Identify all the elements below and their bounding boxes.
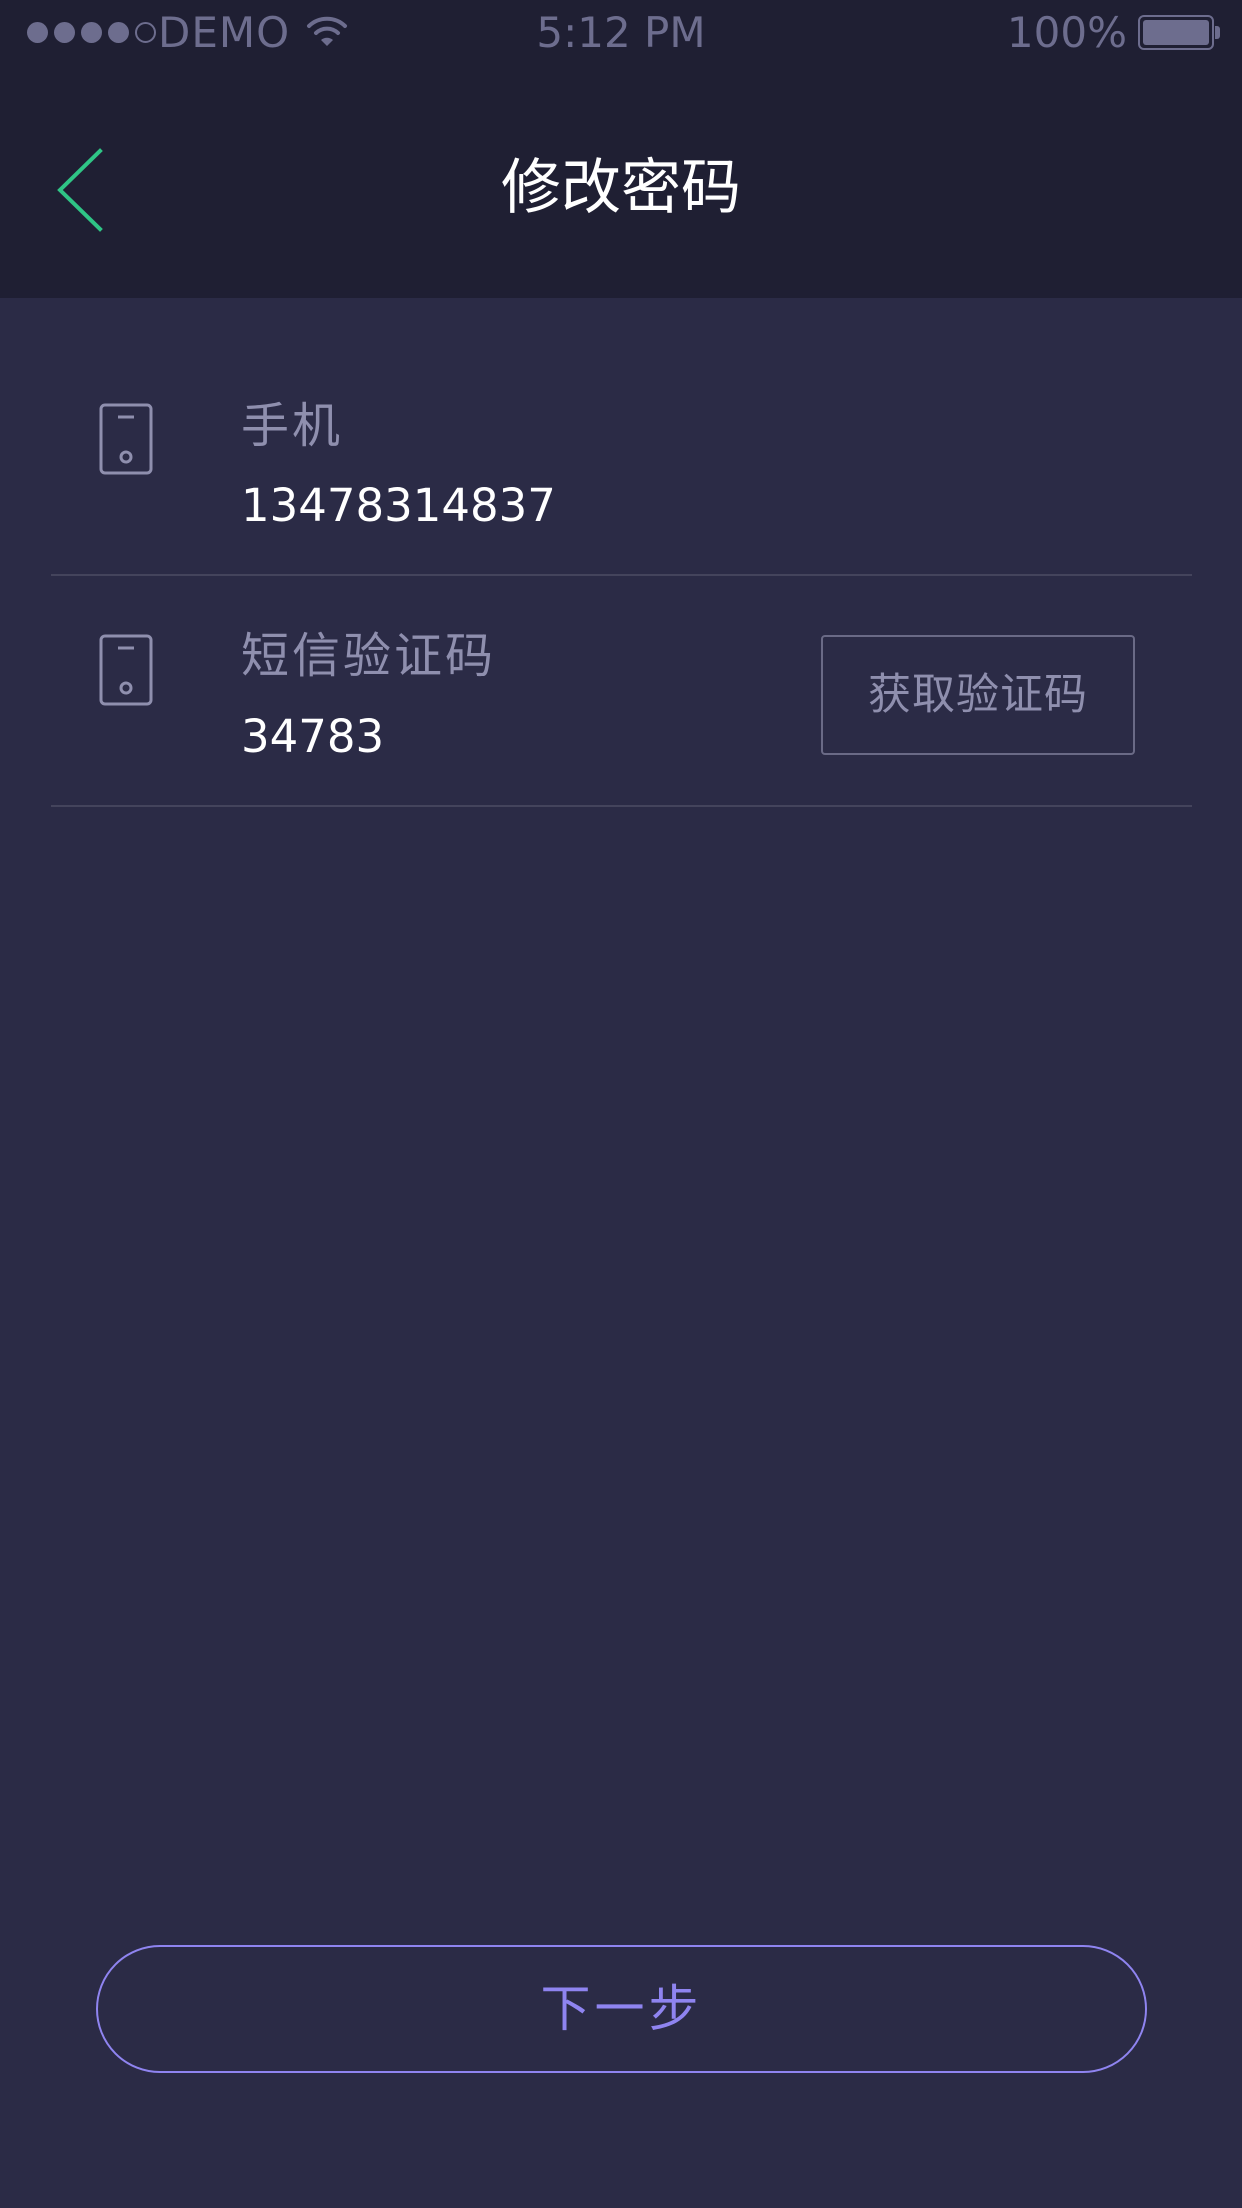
sms-code-label: 短信验证码 xyxy=(241,628,497,684)
header-bar: DEMO 5:12 PM 100% 修改密码 xyxy=(0,0,1242,298)
page-title: 修改密码 xyxy=(501,153,741,223)
phone-label: 手机 xyxy=(241,398,344,454)
divider xyxy=(51,805,1192,807)
battery-percentage: 100% xyxy=(1006,8,1127,57)
phone-value[interactable]: 13478314837 xyxy=(241,478,556,534)
sms-code-value[interactable]: 34783 xyxy=(241,709,384,765)
get-code-button[interactable]: 获取验证码 xyxy=(821,635,1135,755)
status-bar: DEMO 5:12 PM 100% xyxy=(0,0,1242,68)
next-step-button[interactable]: 下一步 xyxy=(96,1945,1147,2073)
phone-icon xyxy=(99,634,153,706)
phone-icon xyxy=(99,403,153,475)
battery-icon xyxy=(1138,15,1220,50)
divider xyxy=(51,574,1192,576)
